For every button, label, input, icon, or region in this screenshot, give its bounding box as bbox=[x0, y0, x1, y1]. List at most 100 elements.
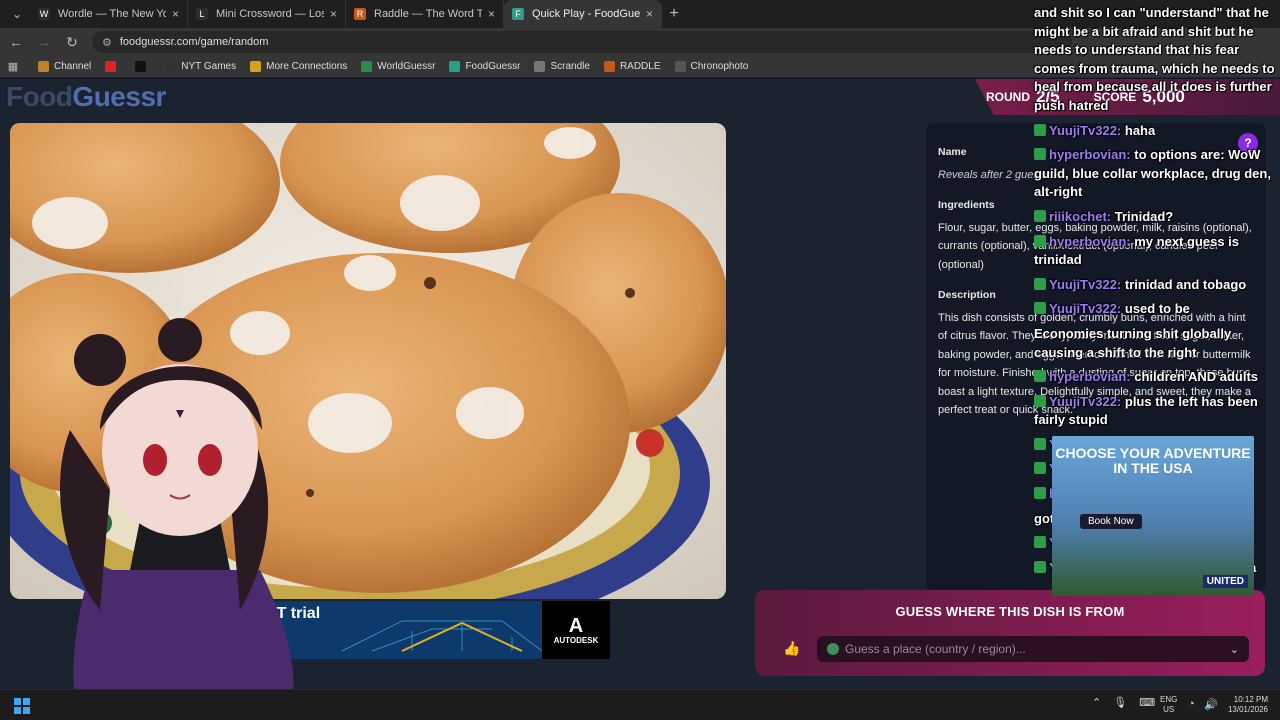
bookmark-item[interactable]: NYT Games bbox=[165, 61, 236, 72]
tab-search-icon[interactable]: ⌄ bbox=[4, 4, 30, 24]
foodguessr-logo[interactable]: FoodGuessr bbox=[6, 81, 166, 113]
tab-favicon-icon: F bbox=[512, 8, 524, 20]
bookmark-label: Scrandle bbox=[550, 61, 590, 72]
bookmark-item[interactable]: Channel bbox=[38, 61, 91, 72]
site-info-icon[interactable]: ⚙ bbox=[102, 36, 112, 49]
language-indicator[interactable]: ENG US bbox=[1160, 695, 1177, 715]
chat-username[interactable]: YuujiTv322: bbox=[1049, 277, 1121, 292]
url-input[interactable]: ⚙ foodguessr.com/game/random bbox=[92, 31, 1072, 53]
bookmark-list: Channel NYT Games More Connections WorldGue… bbox=[38, 61, 762, 72]
chat-username[interactable]: hyperbovian: bbox=[1049, 369, 1131, 384]
logo-guessr: Guessr bbox=[72, 81, 166, 112]
chat-text: and shit so I can "understand" that he m… bbox=[1034, 5, 1275, 113]
browser-tab[interactable]: F Quick Play - FoodGuessr | Food × bbox=[504, 0, 662, 28]
chat-message: Economies turning shit globally causing … bbox=[1034, 325, 1280, 362]
tab-title: Raddle — The Word Transform bbox=[374, 8, 482, 20]
browser-tab[interactable]: L Mini Crossword — Los Angeles T × bbox=[188, 0, 346, 28]
chevron-up-icon[interactable]: ⌃ bbox=[1092, 696, 1101, 709]
bookmark-label: NYT Games bbox=[181, 61, 237, 72]
chat-badge-icon bbox=[1034, 209, 1046, 222]
chat-message: YuujiTv322: used to be bbox=[1034, 300, 1280, 319]
back-icon[interactable]: ← bbox=[4, 30, 28, 54]
tab-close-icon[interactable]: × bbox=[330, 7, 337, 21]
bookmark-item[interactable]: Scrandle bbox=[534, 61, 590, 72]
tab-close-icon[interactable]: × bbox=[488, 7, 495, 21]
chat-username[interactable]: YuujiTv322: bbox=[1049, 394, 1121, 409]
windows-start-icon[interactable] bbox=[14, 698, 30, 714]
tab-close-icon[interactable]: × bbox=[172, 7, 179, 21]
clock-date: 13/01/2026 bbox=[1227, 705, 1268, 714]
lang-bottom: US bbox=[1163, 705, 1175, 714]
vtuber-avatar bbox=[30, 310, 320, 720]
bookmark-label: More Connections bbox=[266, 61, 348, 72]
chat-ad-book-button[interactable]: Book Now bbox=[1080, 514, 1142, 529]
bookmark-favicon-icon bbox=[135, 61, 147, 72]
chat-text: children AND adults bbox=[1134, 369, 1259, 385]
chat-message: YuujiTv322: trinidad and tobago bbox=[1034, 276, 1280, 295]
bookmark-favicon-icon bbox=[603, 61, 615, 72]
lang-top: ENG bbox=[1160, 695, 1178, 704]
thumbs-up-icon[interactable]: 👍 bbox=[783, 640, 800, 657]
bookmark-favicon-icon bbox=[105, 61, 117, 72]
chat-message: and shit so I can "understand" that he m… bbox=[1034, 4, 1280, 116]
chat-message: hyperbovian: my next guess is trinidad bbox=[1034, 233, 1280, 270]
chat-message: YuujiTv322: haha bbox=[1034, 122, 1280, 141]
clock-time: 10:12 PM bbox=[1233, 695, 1268, 704]
chat-badge-icon bbox=[1034, 560, 1046, 573]
keyboard-icon[interactable]: ⌨ bbox=[1139, 696, 1155, 709]
forward-icon[interactable]: → bbox=[32, 30, 56, 54]
bookmark-favicon-icon bbox=[534, 61, 546, 72]
chat-badge-icon bbox=[1034, 302, 1046, 315]
new-tab-icon[interactable]: + bbox=[662, 5, 686, 23]
chat-username[interactable]: YuujiTv322: bbox=[1049, 123, 1121, 138]
chat-badge-icon bbox=[1034, 148, 1046, 161]
tab-close-icon[interactable]: × bbox=[646, 7, 653, 21]
chat-ad-united[interactable]: CHOOSE YOUR ADVENTURE IN THE USA Book No… bbox=[1052, 436, 1254, 596]
guess-placeholder: Guess a place (country / region)... bbox=[845, 642, 1026, 656]
chat-text: trinidad and tobago bbox=[1124, 276, 1247, 292]
chat-ad-brand: UNITED bbox=[1202, 575, 1248, 588]
globe-icon bbox=[827, 643, 839, 655]
bookmark-favicon-icon bbox=[674, 61, 686, 72]
microphone-icon[interactable]: 🎙 bbox=[1113, 696, 1127, 709]
volume-icon[interactable]: 🔊 bbox=[1204, 698, 1218, 711]
chat-badge-icon bbox=[1034, 462, 1046, 475]
apps-icon[interactable]: ▦ bbox=[0, 60, 26, 73]
chat-message: YuujiTv322: plus the left has been fairl… bbox=[1034, 393, 1280, 430]
bookmark-item[interactable] bbox=[135, 61, 151, 72]
bookmark-item[interactable]: FoodGuessr bbox=[449, 61, 520, 72]
chat-username[interactable]: hyperbovian: bbox=[1049, 147, 1131, 162]
tab-favicon-icon: W bbox=[38, 8, 50, 20]
stream-chat-overlay: and shit so I can "understand" that he m… bbox=[1034, 4, 1280, 720]
bookmark-item[interactable]: More Connections bbox=[250, 61, 347, 72]
browser-tab[interactable]: R Raddle — The Word Transform × bbox=[346, 0, 504, 28]
chat-username[interactable]: hyperbovian: bbox=[1049, 234, 1131, 249]
tab-title: Wordle — The New York Times bbox=[58, 8, 166, 20]
tab-title: Mini Crossword — Los Angeles T bbox=[216, 8, 324, 20]
chat-badge-icon bbox=[1034, 487, 1046, 500]
reload-icon[interactable]: ↻ bbox=[60, 30, 84, 54]
bookmark-label: Chronophoto bbox=[690, 61, 749, 72]
browser-tab[interactable]: W Wordle — The New York Times × bbox=[30, 0, 188, 28]
chat-username[interactable]: YuujiTv322: bbox=[1049, 301, 1121, 316]
bookmark-item[interactable]: RADDLE bbox=[603, 61, 661, 72]
chat-badge-icon bbox=[1034, 437, 1046, 450]
bookmark-label: RADDLE bbox=[619, 61, 661, 72]
chat-username[interactable]: riiikochet: bbox=[1049, 209, 1111, 224]
chat-badge-icon bbox=[1034, 277, 1046, 290]
autodesk-a-icon: A bbox=[568, 614, 584, 637]
chat-badge-icon bbox=[1034, 394, 1046, 407]
round-label: ROUND bbox=[986, 90, 1030, 104]
bookmark-item[interactable]: Chronophoto bbox=[674, 61, 749, 72]
windows-taskbar: ⌃ 🎙 ⌨ ENG US ◔ 🔊 10:12 PM 13/01/2026 bbox=[0, 689, 1280, 720]
clock[interactable]: 10:12 PM 13/01/2026 bbox=[1222, 695, 1268, 715]
chat-text: used to be bbox=[1124, 301, 1190, 317]
chat-message: riiikochet: Trinidad? bbox=[1034, 208, 1280, 227]
bookmark-favicon-icon bbox=[165, 61, 177, 72]
wifi-icon[interactable]: ◔ bbox=[1188, 698, 1195, 710]
bookmark-item[interactable]: WorldGuessr bbox=[361, 61, 435, 72]
bookmark-favicon-icon bbox=[38, 61, 49, 72]
logo-food: Food bbox=[6, 81, 73, 112]
bookmark-item[interactable] bbox=[105, 61, 121, 72]
chat-ad-headline: CHOOSE YOUR ADVENTURE IN THE USA bbox=[1055, 445, 1251, 476]
